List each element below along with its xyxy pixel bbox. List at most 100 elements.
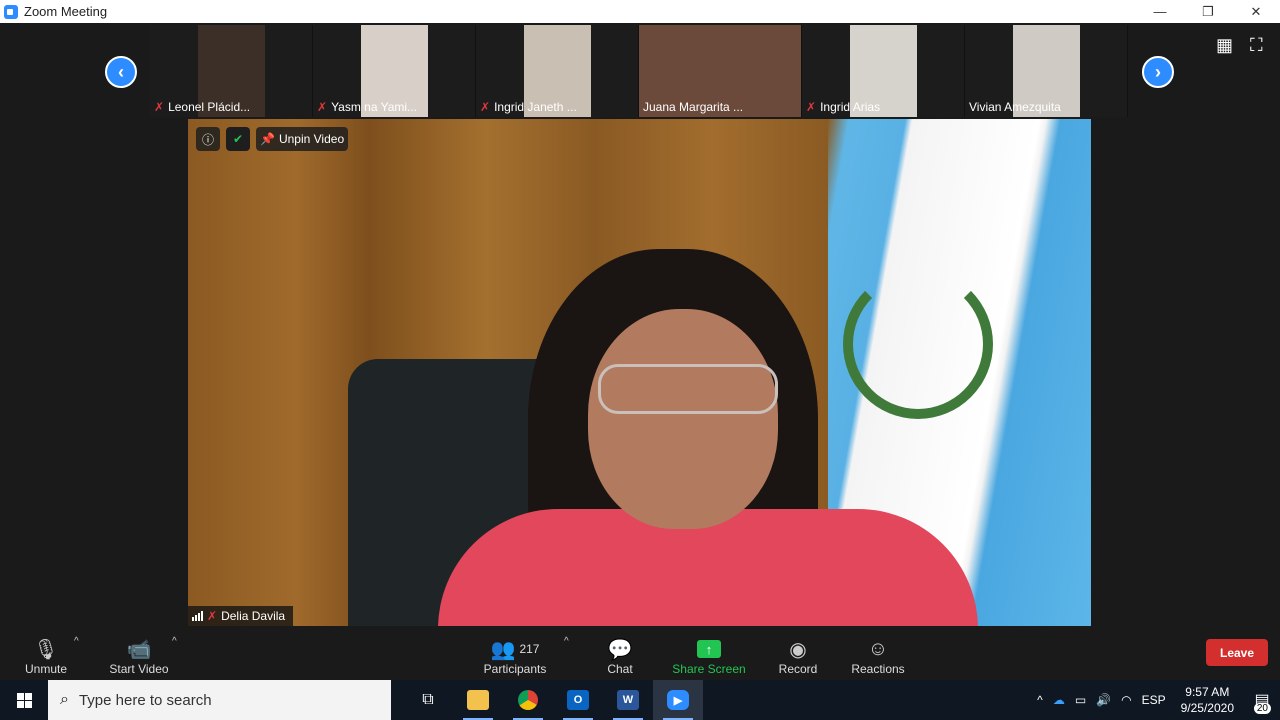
task-view-icon: ⧉ [422, 691, 434, 708]
muted-mic-icon: ✗ [806, 100, 817, 114]
reactions-button[interactable]: ☺ Reactions [848, 630, 908, 680]
chrome-button[interactable] [503, 680, 553, 720]
leave-button[interactable]: Leave [1206, 639, 1268, 666]
outlook-button[interactable]: O [553, 680, 603, 720]
pin-icon: 📌 [260, 132, 275, 146]
participant-name: Yasm na Yami... [331, 100, 418, 114]
participant-name: Ingrid Janeth ... [494, 100, 577, 114]
participant-tile[interactable]: ✗ Leonel Plácid... [150, 25, 313, 117]
participant-tile[interactable]: ✗ Ingrid Janeth ... [476, 25, 639, 117]
participants-icon: 👥 [490, 638, 516, 661]
active-speaker-video: ⓘ ✔ 📌 Unpin Video ✗ Delia Davila [188, 119, 1091, 626]
search-placeholder: Type here to search [78, 691, 212, 709]
unmute-label: Unmute [24, 662, 68, 676]
gallery-next-button[interactable]: › [1142, 56, 1174, 88]
reactions-label: Reactions [851, 662, 905, 676]
encryption-shield-icon[interactable]: ✔ [226, 127, 250, 151]
share-screen-button[interactable]: ↑ Share Screen [670, 630, 748, 680]
gallery-prev-button[interactable]: ‹ [105, 56, 137, 88]
onedrive-cloud-icon[interactable]: ☁ [1053, 693, 1065, 707]
chevron-right-icon: › [1155, 61, 1161, 82]
share-screen-icon: ↑ [697, 640, 721, 658]
taskbar-search[interactable]: ⌕ Type here to search [48, 680, 391, 720]
start-video-button[interactable]: 📹 Start Video [104, 630, 174, 680]
start-button[interactable] [0, 680, 48, 720]
show-hidden-icons-icon[interactable]: ^ [1037, 693, 1043, 707]
speaker-name-tag: ✗ Delia Davila [188, 606, 294, 626]
taskbar-apps: ⧉ O W ▶ [403, 680, 703, 720]
unmute-button[interactable]: 🎙 Unmute [20, 630, 72, 680]
info-icon[interactable]: ⓘ [196, 127, 220, 151]
task-view-button[interactable]: ⧉ [403, 680, 453, 720]
volume-icon[interactable]: 🔊 [1096, 693, 1111, 707]
chrome-icon [518, 690, 538, 710]
system-tray: ^ ☁ ▭ 🔊 ◠ ESP 9:57 AM 9/25/2020 ▤ 20 [1032, 680, 1280, 720]
meeting-toolbar: 🎙 Unmute ^ 📹 Start Video ^ 👥 217 Partici… [0, 630, 1280, 680]
zoom-icon: ▶ [667, 690, 689, 710]
zoom-app-icon [4, 4, 18, 19]
participant-tile[interactable]: Juana Margarita ... [639, 25, 802, 117]
windows-taskbar: ⌕ Type here to search ⧉ O W ▶ ^ ☁ ▭ 🔊 ◠ … [0, 680, 1280, 720]
speaker-name: Delia Davila [221, 609, 286, 623]
clock-time: 9:57 AM [1185, 685, 1230, 699]
record-button[interactable]: ◉ Record [774, 630, 822, 680]
unpin-video-label: Unpin Video [278, 132, 345, 146]
video-overlay-controls: ⓘ ✔ 📌 Unpin Video [196, 127, 349, 151]
wifi-icon[interactable]: ◠ [1121, 693, 1131, 707]
participant-strip: ✗ Leonel Plácid... ✗ Yasm na Yami... ✗ Ingr… [150, 25, 1130, 117]
participant-tile[interactable]: ✗ Yasm na Yami... [313, 25, 476, 117]
chat-button[interactable]: 💬 Chat [598, 630, 642, 680]
participant-name: Juana Margarita ... [643, 100, 744, 114]
mic-muted-icon: 🎙 [33, 638, 59, 661]
flag-emblem [843, 269, 993, 419]
participant-tile[interactable]: Vivian Amezquita [965, 25, 1128, 117]
participants-count: 217 [519, 642, 540, 656]
clock-date: 9/25/2020 [1180, 701, 1234, 715]
start-video-label: Start Video [109, 662, 169, 676]
chat-label: Chat [607, 662, 633, 676]
participant-name: Vivian Amezquita [969, 100, 1061, 114]
title-bar: Zoom Meeting — ❐ ✕ [0, 0, 1280, 23]
participant-name: Leonel Plácid... [168, 100, 251, 114]
file-explorer-button[interactable] [453, 680, 503, 720]
participants-caret-icon[interactable]: ^ [564, 636, 569, 647]
fullscreen-icon[interactable]: ⛶ [1250, 35, 1263, 56]
close-button[interactable]: ✕ [1232, 0, 1280, 23]
share-screen-label: Share Screen [672, 662, 746, 676]
participant-name: Ingrid Arias [820, 100, 881, 114]
participant-tile[interactable]: ✗ Ingrid Arias [802, 25, 965, 117]
muted-mic-icon: ✗ [317, 100, 328, 114]
record-icon: ◉ [789, 638, 807, 661]
word-icon: W [617, 690, 639, 710]
window-controls: — ❐ ✕ [1136, 0, 1280, 23]
muted-mic-icon: ✗ [154, 100, 165, 114]
folder-icon [467, 690, 489, 710]
restore-button[interactable]: ❐ [1184, 0, 1232, 23]
audio-options-caret-icon[interactable]: ^ [74, 636, 79, 647]
muted-mic-icon: ✗ [480, 100, 491, 114]
video-off-icon: 📹 [126, 638, 152, 661]
record-label: Record [778, 662, 818, 676]
reactions-smiley-icon: ☺ [867, 637, 889, 660]
muted-mic-icon: ✗ [207, 609, 218, 623]
word-button[interactable]: W [603, 680, 653, 720]
participants-button[interactable]: 👥 217 Participants [480, 630, 550, 680]
minimize-button[interactable]: — [1136, 0, 1184, 23]
unpin-video-button[interactable]: 📌 Unpin Video [256, 127, 349, 151]
search-icon: ⌕ [60, 691, 69, 708]
action-center-button[interactable]: ▤ 20 [1244, 680, 1280, 720]
gallery-view-icon[interactable]: ▦ [1216, 35, 1233, 56]
video-options-caret-icon[interactable]: ^ [172, 636, 177, 647]
clock[interactable]: 9:57 AM 9/25/2020 [1181, 684, 1234, 716]
outlook-icon: O [567, 690, 589, 710]
zoom-taskbar-button[interactable]: ▶ [653, 680, 703, 720]
language-indicator[interactable]: ESP [1142, 693, 1166, 707]
window-title: Zoom Meeting [24, 4, 108, 19]
chat-bubble-icon: 💬 [607, 638, 633, 661]
battery-icon[interactable]: ▭ [1075, 693, 1086, 707]
windows-logo-icon [16, 692, 32, 708]
notification-count: 20 [1253, 703, 1271, 714]
chevron-left-icon: ‹ [118, 61, 124, 82]
speaker-glasses [598, 364, 778, 414]
signal-strength-icon [192, 611, 203, 621]
